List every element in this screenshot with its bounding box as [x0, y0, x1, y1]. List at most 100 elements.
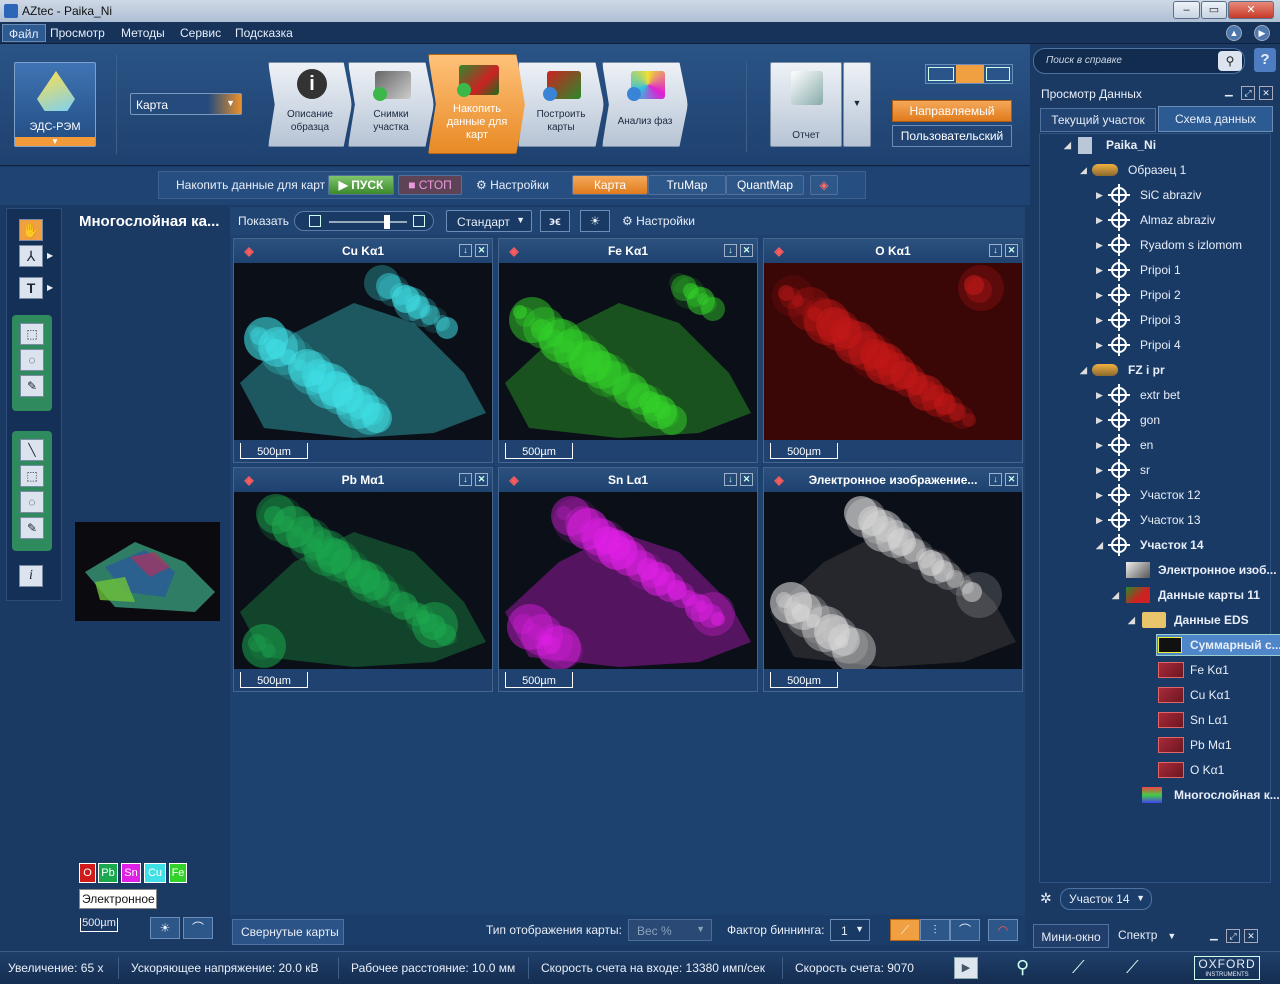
- guided-button[interactable]: Направляемый: [892, 100, 1012, 122]
- export-icon[interactable]: ↓: [724, 473, 737, 486]
- tree-item[interactable]: ▶ Участок 12: [1040, 484, 1270, 506]
- layers-icon[interactable]: ◈: [507, 245, 521, 257]
- expand-arrow-icon[interactable]: ▶: [1096, 209, 1103, 231]
- help-search[interactable]: Поиск в справке ⚲: [1033, 48, 1245, 74]
- tree-item[interactable]: Pb Mα1: [1040, 734, 1270, 756]
- mode-dropdown-icon[interactable]: ▼: [15, 137, 95, 146]
- settings-button[interactable]: ⚙ Настройки: [476, 178, 549, 192]
- menu-service[interactable]: Сервис: [174, 24, 227, 42]
- map-panel[interactable]: ◈ Fe Kα1 ↓ ✕ 500µm: [498, 238, 758, 463]
- back-icon[interactable]: ▲: [1226, 25, 1242, 41]
- tree-item[interactable]: Многослойная к...: [1040, 784, 1280, 806]
- method-select[interactable]: Карта ▼: [130, 93, 242, 115]
- float-icon[interactable]: ⤢: [1241, 86, 1255, 100]
- close-icon[interactable]: ✕: [1005, 473, 1018, 486]
- step-sample-description[interactable]: i Описание образца: [268, 62, 352, 147]
- tab-trumap[interactable]: TruMap: [648, 175, 726, 195]
- legend-pb[interactable]: Pb: [98, 863, 118, 883]
- binning-select[interactable]: 1 ▼: [830, 919, 870, 941]
- display-slider[interactable]: [294, 211, 434, 231]
- tree-item[interactable]: ◢ Участок 14: [1040, 534, 1270, 556]
- standard-select[interactable]: Стандарт ▼: [446, 210, 532, 232]
- layers-icon[interactable]: ◈: [772, 245, 786, 257]
- probe-retract-icon[interactable]: ⟋: [1126, 957, 1152, 981]
- layout-grid-large-icon[interactable]: [986, 67, 1010, 81]
- expand-arrow-icon[interactable]: ▶: [1096, 234, 1103, 256]
- expand-arrow-icon[interactable]: ▶: [1096, 409, 1103, 431]
- layers-icon[interactable]: ◈: [810, 175, 838, 195]
- layout-grid-icon[interactable]: [956, 65, 984, 83]
- brightness-icon[interactable]: ☀: [580, 210, 610, 232]
- area-tool-icon[interactable]: ⬚: [20, 465, 44, 487]
- tree-item[interactable]: Суммарный с...: [1040, 634, 1280, 656]
- layers-icon[interactable]: ◈: [772, 474, 786, 486]
- tree-item[interactable]: ▶ en: [1040, 434, 1270, 456]
- tree-item[interactable]: ▶ Pripoi 2: [1040, 284, 1270, 306]
- tree-item[interactable]: ▶ Pripoi 4: [1040, 334, 1270, 356]
- line-tool-icon[interactable]: ╲: [20, 439, 44, 461]
- map-panel[interactable]: ◈ Pb Mα1 ↓ ✕ 500µm: [233, 467, 493, 692]
- rect-select-icon[interactable]: ⬚: [20, 323, 44, 345]
- map-panel[interactable]: ◈ Cu Kα1 ↓ ✕ 500µm: [233, 238, 493, 463]
- ellipse-tool-icon[interactable]: ◌: [20, 491, 44, 513]
- expand-arrow-icon[interactable]: ▶: [1096, 259, 1103, 281]
- spectrum-select[interactable]: Спектр ▼: [1118, 928, 1176, 942]
- expand-arrow-icon[interactable]: ▶: [1096, 434, 1103, 456]
- brightness-icon[interactable]: ☀: [150, 917, 180, 939]
- tree-item[interactable]: Fe Kα1: [1040, 659, 1270, 681]
- tree-item[interactable]: ▶ Pripoi 3: [1040, 309, 1270, 331]
- expand-arrow-icon[interactable]: ▶: [1096, 384, 1103, 406]
- site-settings-icon[interactable]: ✲: [1040, 890, 1052, 907]
- expand-arrow-icon[interactable]: ▶: [1096, 309, 1103, 331]
- tree-item[interactable]: Cu Kα1: [1040, 684, 1270, 706]
- menu-view[interactable]: Просмотр: [44, 24, 111, 42]
- legend-o[interactable]: O: [79, 863, 96, 883]
- tree-item[interactable]: ▶ Almaz abraziv: [1040, 209, 1270, 231]
- expand-arrow-icon[interactable]: ▶: [47, 283, 53, 292]
- tree-item[interactable]: ▶ Участок 13: [1040, 509, 1270, 531]
- freehand-tool-icon[interactable]: ✎: [20, 517, 44, 539]
- menu-methods[interactable]: Методы: [115, 24, 171, 42]
- collapsed-maps-tab[interactable]: Свернутые карты: [232, 919, 344, 945]
- export-icon[interactable]: ↓: [459, 473, 472, 486]
- ellipse-select-icon[interactable]: ◌: [20, 349, 44, 371]
- layered-map-thumbnail[interactable]: [75, 522, 220, 621]
- report-dropdown-icon[interactable]: ▼: [843, 62, 871, 147]
- export-icon[interactable]: ↓: [989, 473, 1002, 486]
- hand-tool-icon[interactable]: ✋: [19, 219, 43, 241]
- maximize-button[interactable]: ▭: [1201, 1, 1227, 19]
- tree-item[interactable]: ◢ Данные EDS: [1040, 609, 1270, 631]
- minimize-button[interactable]: –: [1173, 1, 1200, 19]
- tree-item[interactable]: ◢ Данные карты 11: [1040, 584, 1270, 606]
- split-scale-icon[interactable]: ⫶: [920, 919, 950, 941]
- tree-item[interactable]: ▶ SiC abraziv: [1040, 184, 1270, 206]
- map-panel[interactable]: ◈ Электронное изображение... ↓ ✕ 500µm: [763, 467, 1023, 692]
- map-panel[interactable]: ◈ O Kα1 ↓ ✕ 500µm: [763, 238, 1023, 463]
- close-button[interactable]: ✕: [1228, 1, 1274, 19]
- layout-single-icon[interactable]: [928, 67, 954, 81]
- legend-sn[interactable]: Sn: [121, 863, 141, 883]
- mode-button[interactable]: ЭДС-РЭМ ▼: [14, 62, 96, 147]
- legend-fe[interactable]: Fe: [169, 863, 187, 883]
- spot-tool-icon[interactable]: ⅄: [19, 245, 43, 267]
- probe-icon[interactable]: ⟋: [1072, 957, 1098, 981]
- menu-file[interactable]: Файл: [2, 24, 46, 42]
- map-settings-button[interactable]: ⚙ Настройки: [622, 214, 695, 228]
- tree-item[interactable]: ◢ FZ i pr: [1040, 359, 1270, 381]
- collapse-arrow-icon[interactable]: ◢: [1096, 534, 1103, 556]
- tab-mini-window[interactable]: Мини-окно: [1033, 924, 1109, 948]
- tree-item[interactable]: ◢ Paika_Ni: [1040, 134, 1270, 156]
- expand-arrow-icon[interactable]: ▶: [1096, 184, 1103, 206]
- tree-item[interactable]: ▶ extr bet: [1040, 384, 1270, 406]
- expand-arrow-icon[interactable]: ▶: [1096, 484, 1103, 506]
- layers-icon[interactable]: ◈: [242, 474, 256, 486]
- color-palette-icon[interactable]: ◠: [988, 919, 1018, 941]
- export-icon[interactable]: ↓: [724, 244, 737, 257]
- site-select[interactable]: Участок 14 ▼: [1060, 888, 1152, 910]
- collapse-arrow-icon[interactable]: ◢: [1112, 584, 1119, 606]
- close-icon[interactable]: ✕: [475, 473, 488, 486]
- custom-button[interactable]: Пользовательский: [892, 125, 1012, 147]
- expand-arrow-icon[interactable]: ▶: [1096, 334, 1103, 356]
- freehand-select-icon[interactable]: ✎: [20, 375, 44, 397]
- tree-item[interactable]: ▶ Ryadom s izlomom: [1040, 234, 1270, 256]
